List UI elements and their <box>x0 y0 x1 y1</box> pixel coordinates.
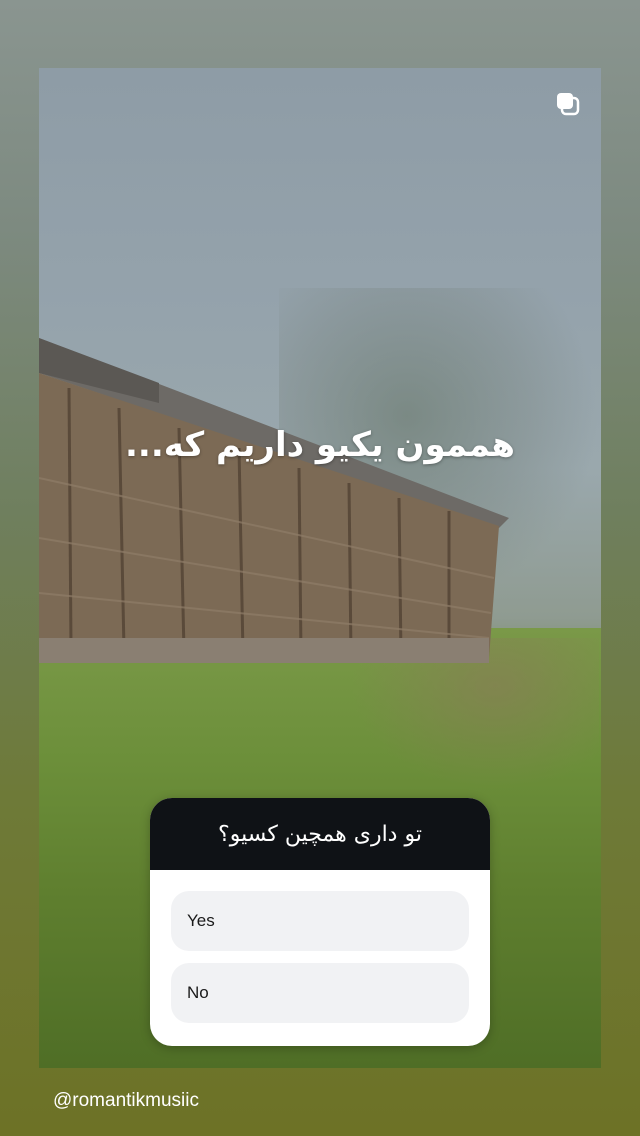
poll-question: تو داری همچین کسیو؟ <box>150 798 490 870</box>
stacked-squares-icon[interactable] <box>554 90 582 118</box>
poll-option-label: Yes <box>187 911 215 930</box>
account-username[interactable]: @romantikmusiic <box>53 1090 199 1112</box>
wooden-barn-illustration <box>39 338 509 663</box>
poll-sticker: تو داری همچین کسیو؟ Yes No <box>150 798 490 1046</box>
poll-option-yes[interactable]: Yes <box>171 891 469 951</box>
poll-option-label: No <box>187 983 209 1002</box>
story-headline: هممون یکیو داریم که... <box>125 425 515 465</box>
poll-option-no[interactable]: No <box>171 963 469 1023</box>
